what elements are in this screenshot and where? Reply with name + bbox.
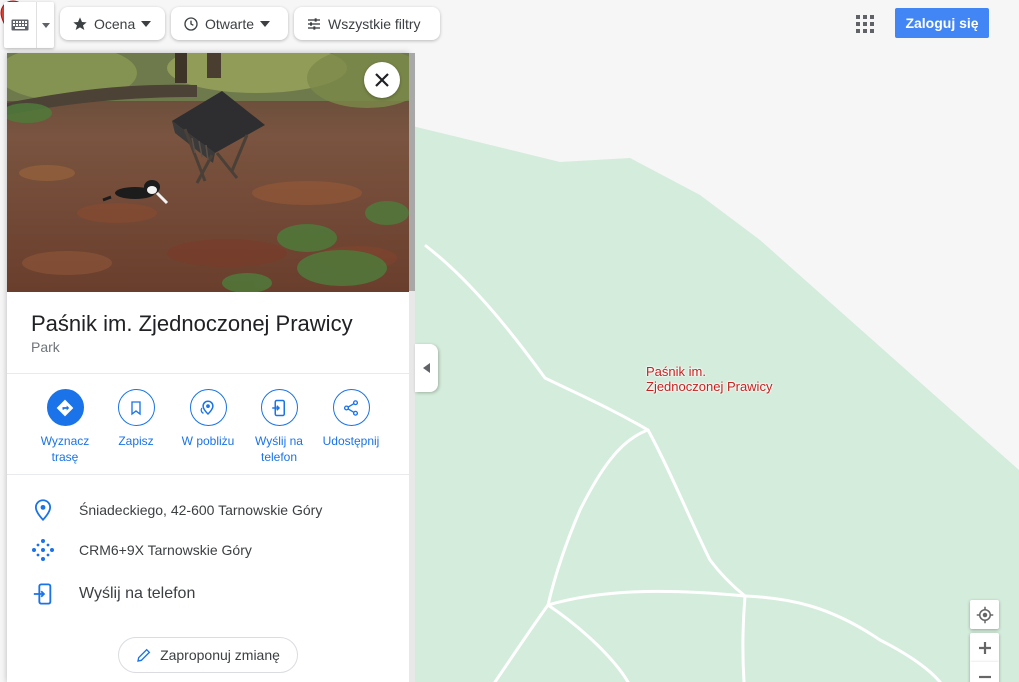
plus-code-row[interactable]: CRM6+9X Tarnowskie Góry <box>7 530 409 570</box>
send-to-phone-row[interactable]: Wyślij na telefon <box>7 574 409 614</box>
marker-label-line1: Paśnik im. <box>646 364 706 379</box>
input-tools-dropdown[interactable] <box>37 22 54 28</box>
directions-button[interactable]: Wyznacz trasę <box>25 389 105 465</box>
filter-chip-rating[interactable]: Ocena <box>60 7 165 40</box>
nearby-icon <box>189 389 227 426</box>
save-button[interactable]: Zapisz <box>96 389 176 449</box>
sign-in-button[interactable]: Zaloguj się <box>895 8 989 38</box>
share-label: Udostępnij <box>322 434 380 448</box>
marker-label[interactable]: Paśnik im. Zjednoczonej Prawicy <box>646 364 772 394</box>
close-icon <box>375 73 389 87</box>
address-text: Śniadeckiego, 42-600 Tarnowskie Góry <box>79 502 323 518</box>
share-icon <box>332 389 370 426</box>
suggest-edit-button[interactable]: Zaproponuj zmianę <box>118 637 298 673</box>
save-label: Zapisz <box>118 434 154 448</box>
location-pin-icon <box>31 498 55 522</box>
suggest-edit-label: Zaproponuj zmianę <box>160 647 280 663</box>
filter-chip-open[interactable]: Otwarte <box>171 7 288 40</box>
close-panel-button[interactable] <box>364 62 400 98</box>
filter-chip-open-label: Otwarte <box>205 15 255 32</box>
tune-icon <box>308 17 320 30</box>
keyboard-icon[interactable] <box>4 2 36 48</box>
send-to-phone-button[interactable]: Wyślij na telefon <box>239 389 319 465</box>
star-icon <box>73 16 87 30</box>
bookmark-icon <box>117 389 155 426</box>
park-area <box>408 125 1019 682</box>
divider <box>7 474 409 475</box>
directions-label: Wyznacz trasę <box>40 434 90 464</box>
my-location-button[interactable] <box>970 600 999 629</box>
place-panel: Paśnik im. Zjednoczonej Prawicy Park Wyz… <box>7 53 409 682</box>
minus-icon <box>978 675 991 678</box>
apps-grid-icon[interactable] <box>856 15 874 33</box>
address-row[interactable]: Śniadeckiego, 42-600 Tarnowskie Góry <box>7 490 409 530</box>
plus-code-icon <box>31 538 55 562</box>
chevron-down-icon <box>260 20 271 27</box>
divider <box>7 373 409 374</box>
place-category[interactable]: Park <box>31 339 60 355</box>
nearby-label: W pobliżu <box>181 434 235 448</box>
place-title: Paśnik im. Zjednoczonej Prawicy <box>31 311 353 336</box>
clock-icon <box>184 16 198 31</box>
chevron-down-icon <box>141 20 152 27</box>
share-button[interactable]: Udostępnij <box>311 389 391 449</box>
place-photo[interactable] <box>7 53 409 292</box>
chevron-down-icon <box>41 22 50 28</box>
zoom-out-button[interactable] <box>970 662 999 682</box>
marker-label-line2: Zjednoczonej Prawicy <box>646 379 773 394</box>
scrollbar-thumb[interactable] <box>409 53 415 291</box>
chevron-left-icon <box>423 363 430 373</box>
zoom-in-button[interactable] <box>970 633 999 662</box>
send-to-phone-icon <box>31 582 55 606</box>
filter-chip-rating-label: Ocena <box>94 15 136 32</box>
send-to-phone-icon <box>260 389 298 426</box>
directions-icon <box>46 389 84 426</box>
plus-code-text: CRM6+9X Tarnowskie Góry <box>79 542 252 558</box>
send-to-phone-text: Wyślij na telefon <box>79 585 196 602</box>
plus-icon <box>978 641 991 654</box>
filter-chip-all-filters[interactable]: Wszystkie filtry <box>294 7 440 40</box>
photo-image <box>7 53 409 292</box>
keyboard-button[interactable] <box>4 2 54 48</box>
pencil-icon <box>137 648 151 662</box>
send-to-phone-label: Wyślij na telefon <box>255 434 303 464</box>
my-location-icon <box>976 606 993 623</box>
collapse-panel-button[interactable] <box>415 344 438 392</box>
nearby-button[interactable]: W pobliżu <box>168 389 248 449</box>
filter-chip-all-filters-label: Wszystkie filtry <box>328 15 421 32</box>
